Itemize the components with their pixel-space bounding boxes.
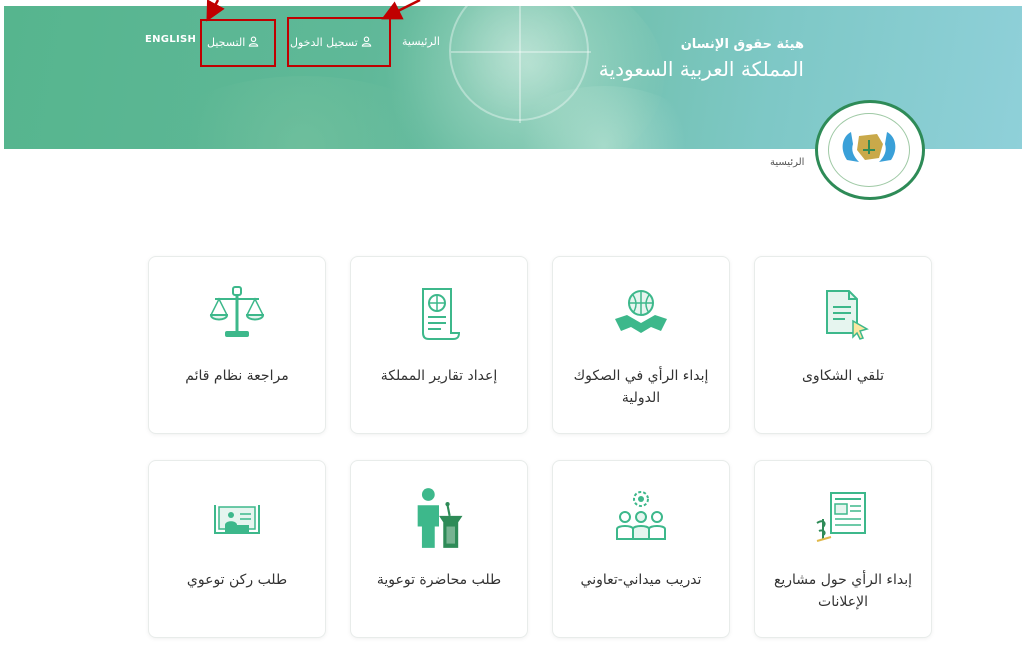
speaker-podium-icon — [417, 488, 463, 548]
newspaper-icon — [816, 492, 866, 542]
service-card-label: إعداد تقارير المملكة — [380, 368, 498, 384]
document-cursor-icon — [826, 290, 869, 340]
service-card-label: تدريب ميداني-تعاوني — [580, 572, 702, 588]
service-card-international-instruments[interactable]: إبداء الرأي في الصكوك الدولية — [552, 256, 730, 434]
booth-icon — [214, 505, 260, 534]
team-gear-icon — [616, 491, 666, 540]
service-card-label: إبداء الرأي حول مشاريع الإعلانات — [773, 572, 913, 610]
service-card-label: طلب ركن توعوي — [186, 572, 288, 588]
service-card-ad-projects[interactable]: إبداء الرأي حول مشاريع الإعلانات — [754, 460, 932, 638]
language-switch-link[interactable]: ENGLISH — [145, 34, 196, 45]
hands-map-icon — [842, 132, 896, 162]
scroll-globe-icon — [422, 288, 461, 340]
service-card-awareness-lecture[interactable]: طلب محاضرة توعوية — [350, 460, 528, 638]
scales-icon — [209, 286, 265, 337]
service-card-label: تلقي الشكاوى — [801, 368, 885, 384]
service-card-label: مراجعة نظام قائم — [185, 368, 289, 384]
service-card-label: إبداء الرأي في الصكوك الدولية — [573, 368, 709, 406]
service-card-field-training[interactable]: تدريب ميداني-تعاوني — [552, 460, 730, 638]
service-card-label: طلب محاضرة توعوية — [376, 572, 502, 588]
country-name: المملكة العربية السعودية — [598, 57, 804, 81]
service-card-system-review[interactable]: مراجعة نظام قائم — [148, 256, 326, 434]
service-card-awareness-booth[interactable]: طلب ركن توعوي — [148, 460, 326, 638]
service-card-kingdom-reports[interactable]: إعداد تقارير المملكة — [350, 256, 528, 434]
commission-logo[interactable] — [815, 100, 925, 200]
org-name: هيئة حقوق الإنسان — [680, 37, 804, 52]
annotation-arrows — [206, 0, 421, 22]
breadcrumb-home[interactable]: الرئيسية — [770, 157, 804, 168]
nav-home-link[interactable]: الرئيسية — [402, 35, 440, 48]
logo-emblem — [828, 113, 910, 187]
handshake-globe-icon — [615, 290, 667, 333]
service-card-complaints[interactable]: تلقي الشكاوى — [754, 256, 932, 434]
